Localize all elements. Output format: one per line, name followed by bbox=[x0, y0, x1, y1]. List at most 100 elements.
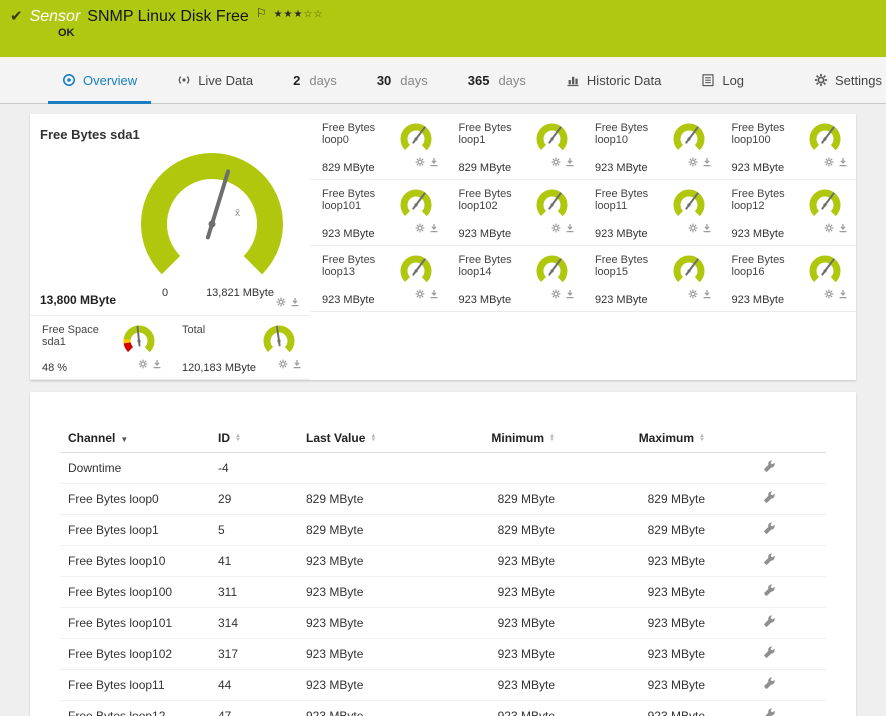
gauge-settings-gear-icon[interactable] bbox=[551, 157, 561, 167]
table-row[interactable]: Free Bytes loop11 44 923 MByte 923 MByte… bbox=[60, 670, 826, 701]
gauge-download-icon[interactable] bbox=[292, 359, 302, 369]
column-header-minimum[interactable]: Minimum▲▼ bbox=[448, 424, 563, 453]
gauge-download-icon[interactable] bbox=[838, 157, 848, 167]
tab-2-days[interactable]: 2 days bbox=[273, 57, 357, 103]
tab-overview[interactable]: Overview bbox=[42, 57, 157, 103]
priority-flag-icon[interactable]: ⚐ bbox=[256, 6, 267, 20]
table-row[interactable]: Free Bytes loop100 311 923 MByte 923 MBy… bbox=[60, 577, 826, 608]
cell-minimum: 923 MByte bbox=[448, 546, 563, 577]
priority-rating[interactable]: ★★★☆☆ bbox=[274, 9, 324, 20]
channel-gauge-cell[interactable]: Free Bytes loop14 923 MByte bbox=[447, 246, 584, 312]
channel-gauge-cell[interactable]: Free Bytes loop11 923 MByte bbox=[583, 180, 720, 246]
table-row[interactable]: Free Bytes loop102 317 923 MByte 923 MBy… bbox=[60, 639, 826, 670]
gauge-download-icon[interactable] bbox=[290, 297, 300, 307]
cell-id: 314 bbox=[210, 608, 298, 639]
cell-maximum bbox=[563, 453, 713, 484]
channel-settings-wrench-icon[interactable] bbox=[763, 460, 776, 473]
cell-last-value: 923 MByte bbox=[298, 577, 448, 608]
table-row[interactable]: Downtime -4 bbox=[60, 453, 826, 484]
channel-gauge-cell[interactable]: Free Bytes loop1 829 MByte bbox=[447, 114, 584, 180]
gauge-settings-gear-icon[interactable] bbox=[415, 157, 425, 167]
cell-channel: Free Bytes loop11 bbox=[60, 670, 210, 701]
gauge-settings-gear-icon[interactable] bbox=[415, 289, 425, 299]
gauge-settings-gear-icon[interactable] bbox=[824, 223, 834, 233]
gauge-settings-gear-icon[interactable] bbox=[551, 289, 561, 299]
channel-gauge-cell[interactable]: Free Bytes loop16 923 MByte bbox=[720, 246, 857, 312]
live-data-icon bbox=[177, 73, 191, 87]
gauge-download-icon[interactable] bbox=[702, 223, 712, 233]
mini-gauge bbox=[256, 324, 302, 358]
channel-gauge-cell[interactable]: Free Bytes loop10 923 MByte bbox=[583, 114, 720, 180]
column-header-last-value[interactable]: Last Value▲▼ bbox=[298, 424, 448, 453]
column-header-id[interactable]: ID▲▼ bbox=[210, 424, 298, 453]
gauge-download-icon[interactable] bbox=[565, 157, 575, 167]
tab-30-days[interactable]: 30 days bbox=[357, 57, 448, 103]
gauge-settings-gear-icon[interactable] bbox=[276, 297, 286, 307]
channel-gauge-cell[interactable]: Free Bytes loop12 923 MByte bbox=[720, 180, 857, 246]
mini-gauge bbox=[666, 122, 712, 156]
gauge-settings-gear-icon[interactable] bbox=[688, 157, 698, 167]
channels-table: Channel▼ ID▲▼ Last Value▲▼ Minimum▲▼ Max… bbox=[60, 424, 826, 716]
gauge-settings-gear-icon[interactable] bbox=[551, 223, 561, 233]
overview-icon bbox=[62, 73, 76, 87]
tab-log[interactable]: Log bbox=[681, 57, 764, 103]
channel-settings-wrench-icon[interactable] bbox=[763, 491, 776, 504]
gauge-download-icon[interactable] bbox=[429, 157, 439, 167]
column-header-maximum[interactable]: Maximum▲▼ bbox=[563, 424, 713, 453]
table-row[interactable]: Free Bytes loop10 41 923 MByte 923 MByte… bbox=[60, 546, 826, 577]
channel-settings-wrench-icon[interactable] bbox=[763, 522, 776, 535]
cell-last-value: 923 MByte bbox=[298, 639, 448, 670]
sort-both-icon: ▲▼ bbox=[699, 435, 705, 442]
gauge-download-icon[interactable] bbox=[152, 359, 162, 369]
gauge-download-icon[interactable] bbox=[429, 223, 439, 233]
main-gauge-cell[interactable]: Free Bytes sda1 x̄ 0 13,821 MByte 13,800… bbox=[30, 114, 310, 316]
cell-last-value: 829 MByte bbox=[298, 515, 448, 546]
summary-gauge-cell-free-space[interactable]: Free Space sda1 48 % bbox=[30, 316, 170, 380]
gauges-panel: Free Bytes sda1 x̄ 0 13,821 MByte 13,800… bbox=[30, 114, 856, 380]
channel-settings-wrench-icon[interactable] bbox=[763, 677, 776, 690]
gauge-settings-gear-icon[interactable] bbox=[138, 359, 148, 369]
gauge-download-icon[interactable] bbox=[838, 223, 848, 233]
channel-gauge-label: Free Bytes loop0 bbox=[322, 122, 393, 146]
channel-settings-wrench-icon[interactable] bbox=[763, 615, 776, 628]
sort-both-icon: ▲▼ bbox=[549, 435, 555, 442]
table-row[interactable]: Free Bytes loop12 47 923 MByte 923 MByte… bbox=[60, 701, 826, 716]
gauge-download-icon[interactable] bbox=[702, 289, 712, 299]
gauge-download-icon[interactable] bbox=[838, 289, 848, 299]
stars-filled[interactable]: ★★★ bbox=[274, 9, 304, 20]
table-row[interactable]: Free Bytes loop101 314 923 MByte 923 MBy… bbox=[60, 608, 826, 639]
channel-settings-wrench-icon[interactable] bbox=[763, 553, 776, 566]
page-title: SNMP Linux Disk Free bbox=[87, 8, 249, 26]
column-header-channel[interactable]: Channel▼ bbox=[60, 424, 210, 453]
gauge-settings-gear-icon[interactable] bbox=[824, 157, 834, 167]
tab-historic-data[interactable]: Historic Data bbox=[546, 57, 681, 103]
channel-gauge-cell[interactable]: Free Bytes loop15 923 MByte bbox=[583, 246, 720, 312]
gauge-settings-gear-icon[interactable] bbox=[688, 289, 698, 299]
cell-channel: Free Bytes loop0 bbox=[60, 484, 210, 515]
mini-gauge bbox=[393, 188, 439, 222]
channel-settings-wrench-icon[interactable] bbox=[763, 646, 776, 659]
tab-live-data[interactable]: Live Data bbox=[157, 57, 273, 103]
gauge-download-icon[interactable] bbox=[429, 289, 439, 299]
gauge-settings-gear-icon[interactable] bbox=[824, 289, 834, 299]
gauge-download-icon[interactable] bbox=[565, 289, 575, 299]
channel-gauge-cell[interactable]: Free Bytes loop0 829 MByte bbox=[310, 114, 447, 180]
channel-gauge-cell[interactable]: Free Bytes loop102 923 MByte bbox=[447, 180, 584, 246]
table-row[interactable]: Free Bytes loop1 5 829 MByte 829 MByte 8… bbox=[60, 515, 826, 546]
gauge-settings-gear-icon[interactable] bbox=[688, 223, 698, 233]
tab-settings[interactable]: Settings bbox=[794, 57, 886, 103]
cell-maximum: 829 MByte bbox=[563, 484, 713, 515]
gauge-download-icon[interactable] bbox=[702, 157, 712, 167]
gauge-settings-gear-icon[interactable] bbox=[278, 359, 288, 369]
channel-gauge-cell[interactable]: Free Bytes loop100 923 MByte bbox=[720, 114, 857, 180]
gauge-download-icon[interactable] bbox=[565, 223, 575, 233]
channel-settings-wrench-icon[interactable] bbox=[763, 708, 776, 716]
tab-365-days[interactable]: 365 days bbox=[448, 57, 546, 103]
table-row[interactable]: Free Bytes loop0 29 829 MByte 829 MByte … bbox=[60, 484, 826, 515]
channel-settings-wrench-icon[interactable] bbox=[763, 584, 776, 597]
gauge-settings-gear-icon[interactable] bbox=[415, 223, 425, 233]
channel-gauge-cell[interactable]: Free Bytes loop13 923 MByte bbox=[310, 246, 447, 312]
channel-gauge-cell[interactable]: Free Bytes loop101 923 MByte bbox=[310, 180, 447, 246]
summary-gauge-cell-total[interactable]: Total 120,183 MByte bbox=[170, 316, 310, 380]
stars-empty[interactable]: ☆☆ bbox=[303, 9, 323, 20]
